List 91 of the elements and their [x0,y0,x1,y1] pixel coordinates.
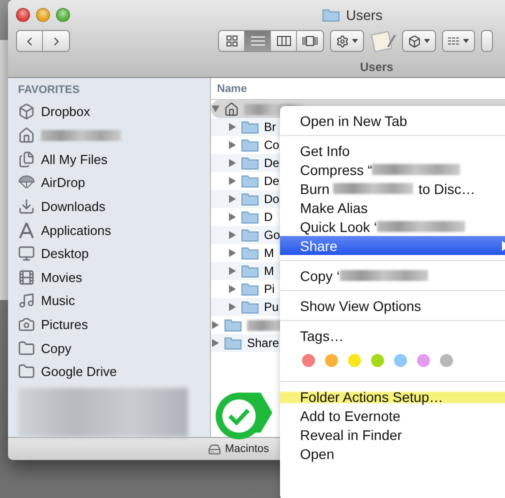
folder-icon [241,300,259,314]
list-icon [250,35,264,47]
file-name: Share [247,336,280,350]
home-icon [18,126,35,144]
menu-item[interactable]: Add to Evernote [280,406,505,425]
minimize-button[interactable] [36,8,50,22]
sidebar-item[interactable]: Dropbox [18,100,210,124]
folder-icon [241,138,259,152]
tag-dot[interactable] [302,354,315,367]
view-control[interactable] [218,30,324,52]
folder-icon [241,120,259,134]
grid-icon [226,35,238,47]
arrange-icon [448,37,460,45]
menu-item[interactable]: Compress “ [280,160,505,179]
menu-item[interactable]: Tags… [280,326,505,345]
zoom-button[interactable] [56,8,70,22]
tag-dot[interactable] [394,354,407,367]
folder-icon [322,8,340,22]
folder-icon [224,336,242,350]
sidebar-item[interactable]: Movies [18,265,210,290]
folder-icon [241,282,259,296]
file-name: Go [264,228,280,242]
folder-icon [241,246,259,260]
folder-icon [241,156,259,170]
tag-dot[interactable] [440,354,453,367]
menu-item[interactable]: Burn to Disc… [280,179,505,198]
coverflow-icon [302,35,318,47]
close-button[interactable] [16,8,30,22]
folder-icon [241,192,259,206]
sidebar-item[interactable]: All My Files [18,147,210,171]
menu-item[interactable]: Open in New Tab [280,111,505,130]
folder-icon [241,264,259,278]
file-name: M [264,264,274,278]
menu-item[interactable]: Quick Look ‘ [280,217,505,236]
files-icon [18,150,35,168]
folder-icon [241,210,259,224]
menu-item[interactable]: Reveal in Finder [280,425,505,444]
sidebar-item[interactable]: AirDrop [18,170,210,195]
folder-icon [241,228,259,242]
menu-item[interactable]: Get Info [280,141,505,160]
download-icon [18,198,35,215]
back-forward-control[interactable] [16,30,70,52]
box-icon [408,34,421,48]
action-button[interactable] [330,30,364,52]
gear-icon [336,34,349,48]
tag-dot[interactable] [417,354,430,367]
toolbar-button[interactable] [481,30,493,52]
sidebar-item[interactable]: Music [18,289,210,313]
file-name: Pu [264,300,279,314]
music-note-icon [18,292,35,310]
sidebar-item[interactable]: Pictures [18,312,210,336]
file-name: Pi [264,282,275,296]
camera-icon [18,316,35,334]
folder-icon [241,174,259,188]
file-name: De [264,156,280,170]
sidebar-item[interactable]: Desktop [18,242,210,266]
menu-item[interactable]: Share [280,236,505,255]
window-title: Users [346,7,383,23]
tag-dot[interactable] [325,354,338,367]
tab-label[interactable]: Users [360,60,394,74]
monitor-icon [18,245,35,262]
disk-name: Macintos [225,443,270,455]
menu-item[interactable]: Show View Options [280,296,505,315]
folder-icon [224,318,242,332]
sidebar-heading: FAVORITES [18,84,81,96]
menu-item[interactable]: Copy ‘ [280,266,505,285]
file-name: De [264,174,280,188]
file-name: Co [264,138,280,152]
file-name: Br [264,120,276,134]
file-name: Do [264,192,280,206]
folder-icon [18,363,35,380]
tag-dot[interactable] [348,354,361,367]
home-icon [224,102,239,116]
sidebar-item[interactable]: Copy [18,336,210,360]
file-name: M [264,246,274,260]
menu-item[interactable]: Open [280,444,505,463]
sidebar-item[interactable]: Google Drive [18,360,210,384]
arrange-button[interactable] [442,30,475,52]
columns-icon [276,35,290,47]
dropbox-button[interactable] [402,30,436,52]
notepad-icon[interactable] [370,29,396,53]
box-icon [18,103,35,120]
sidebar-item[interactable]: Downloads [18,194,210,218]
sidebar-item[interactable]: Applications [18,218,210,242]
folder-icon [18,340,35,357]
compass-drawing-icon [18,222,35,239]
view-button[interactable] [245,31,271,51]
file-name: D [264,210,273,224]
menu-item[interactable]: Make Alias [280,198,505,217]
film-icon [18,268,35,286]
tag-dot[interactable] [371,354,384,367]
